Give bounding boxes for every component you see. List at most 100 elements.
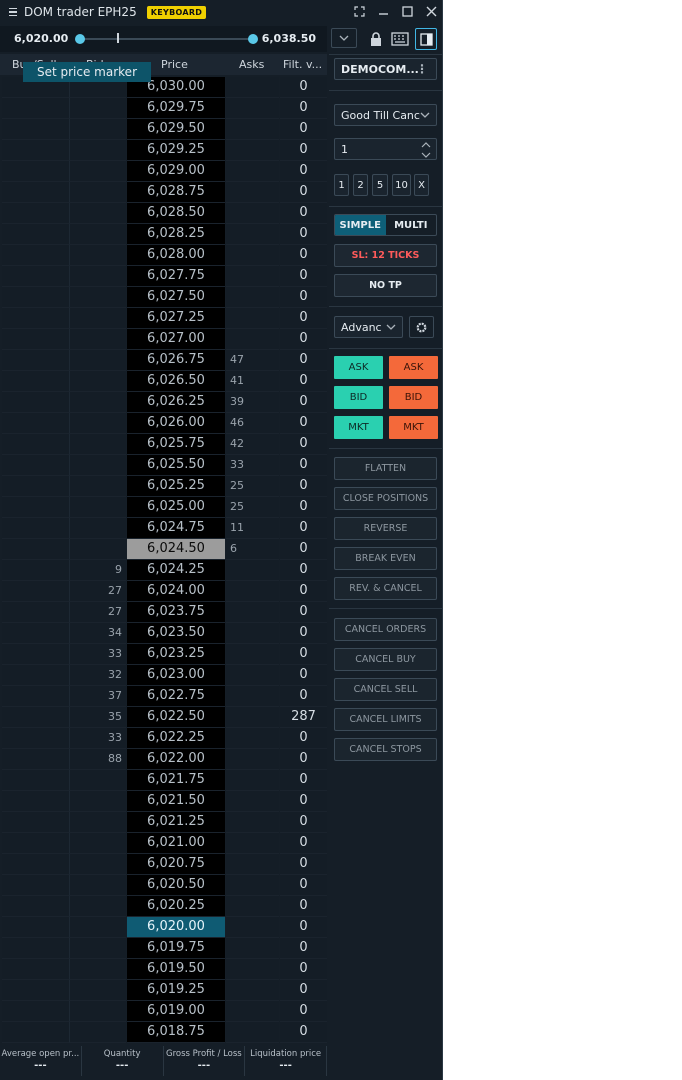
stop-loss-button[interactable]: SL: 12 TICKS [334, 244, 437, 267]
buy-sell-cell[interactable] [2, 896, 70, 917]
bid-size-cell[interactable]: 9 [70, 560, 126, 581]
reverse-button[interactable]: REVERSE [334, 517, 437, 540]
buy-sell-cell[interactable] [2, 161, 70, 182]
buy-sell-cell[interactable] [2, 938, 70, 959]
mode-simple-tab[interactable]: SIMPLE [335, 215, 386, 235]
buy-sell-cell[interactable] [2, 623, 70, 644]
price-cell[interactable]: 6,019.25 [127, 980, 225, 1001]
buy-sell-cell[interactable] [2, 434, 70, 455]
sell-ask-button[interactable]: ASK [389, 356, 438, 379]
maximize-icon[interactable] [401, 4, 413, 18]
bid-size-cell[interactable] [70, 896, 126, 917]
price-cell[interactable]: 6,028.75 [127, 182, 225, 203]
bid-size-cell[interactable] [70, 833, 126, 854]
buy-sell-cell[interactable] [2, 833, 70, 854]
buy-sell-cell[interactable] [2, 749, 70, 770]
price-cell[interactable]: 6,023.50 [127, 623, 225, 644]
buy-sell-cell[interactable] [2, 413, 70, 434]
buy-sell-cell[interactable] [2, 602, 70, 623]
bid-size-cell[interactable] [70, 329, 126, 350]
bid-size-cell[interactable]: 32 [70, 665, 126, 686]
price-cell[interactable]: 6,025.25 [127, 476, 225, 497]
bid-size-cell[interactable]: 88 [70, 749, 126, 770]
ask-size-cell[interactable] [226, 77, 279, 98]
buy-sell-cell[interactable] [2, 791, 70, 812]
cancel-buy-button[interactable]: CANCEL BUY [334, 648, 437, 671]
bid-size-cell[interactable] [70, 245, 126, 266]
bid-size-cell[interactable]: 35 [70, 707, 126, 728]
bid-size-cell[interactable] [70, 161, 126, 182]
fullscreen-icon[interactable] [353, 4, 365, 18]
qty-preset-5[interactable]: 5 [372, 174, 388, 196]
buy-sell-cell[interactable] [2, 1001, 70, 1022]
buy-sell-cell[interactable] [2, 1022, 70, 1043]
ask-size-cell[interactable]: 33 [226, 455, 279, 476]
account-selector[interactable]: DEMOCOM... ⋮ [334, 58, 437, 80]
ask-size-cell[interactable] [226, 665, 279, 686]
reverse-and-cancel-button[interactable]: REV. & CANCEL [334, 577, 437, 600]
price-cell[interactable]: 6,026.75 [127, 350, 225, 371]
ask-size-cell[interactable] [226, 644, 279, 665]
bid-size-cell[interactable] [70, 476, 126, 497]
bid-size-cell[interactable] [70, 224, 126, 245]
settings-button[interactable] [409, 316, 434, 338]
cancel-limits-button[interactable]: CANCEL LIMITS [334, 708, 437, 731]
ask-size-cell[interactable] [226, 1022, 279, 1043]
sell-bid-button[interactable]: BID [389, 386, 438, 409]
quantity-stepper[interactable]: 1 [334, 138, 437, 160]
price-cell[interactable]: 6,022.25 [127, 728, 225, 749]
order-type-dropdown[interactable]: Advanc [334, 316, 403, 338]
price-cell[interactable]: 6,027.00 [127, 329, 225, 350]
keyboard-icon[interactable] [389, 28, 411, 50]
bid-size-cell[interactable] [70, 308, 126, 329]
ask-size-cell[interactable] [226, 728, 279, 749]
buy-sell-cell[interactable] [2, 329, 70, 350]
menu-icon[interactable] [9, 7, 17, 17]
price-cell[interactable]: 6,025.00 [127, 497, 225, 518]
price-cell[interactable]: 6,020.50 [127, 875, 225, 896]
price-cell[interactable]: 6,027.75 [127, 266, 225, 287]
buy-sell-cell[interactable] [2, 98, 70, 119]
buy-sell-cell[interactable] [2, 245, 70, 266]
header-price[interactable]: Price [161, 58, 188, 71]
price-cell[interactable]: 6,025.50 [127, 455, 225, 476]
time-in-force-dropdown[interactable]: Good Till Canc [334, 104, 437, 126]
price-cell[interactable]: 6,021.00 [127, 833, 225, 854]
price-cell[interactable]: 6,024.25 [127, 560, 225, 581]
ask-size-cell[interactable] [226, 287, 279, 308]
ask-size-cell[interactable] [226, 623, 279, 644]
buy-sell-cell[interactable] [2, 266, 70, 287]
buy-sell-cell[interactable] [2, 875, 70, 896]
ask-size-cell[interactable] [226, 686, 279, 707]
buy-sell-cell[interactable] [2, 119, 70, 140]
price-cell[interactable]: 6,018.75 [127, 1022, 225, 1043]
ask-size-cell[interactable]: 46 [226, 413, 279, 434]
bid-size-cell[interactable] [70, 455, 126, 476]
price-cell[interactable]: 6,023.00 [127, 665, 225, 686]
bid-size-cell[interactable]: 27 [70, 581, 126, 602]
buy-sell-cell[interactable] [2, 455, 70, 476]
bid-size-cell[interactable] [70, 518, 126, 539]
break-even-button[interactable]: BREAK EVEN [334, 547, 437, 570]
buy-sell-cell[interactable] [2, 371, 70, 392]
price-cell[interactable]: 6,028.00 [127, 245, 225, 266]
ask-size-cell[interactable] [226, 749, 279, 770]
buy-sell-cell[interactable] [2, 539, 70, 560]
price-cell[interactable]: 6,019.75 [127, 938, 225, 959]
cancel-sell-button[interactable]: CANCEL SELL [334, 678, 437, 701]
ask-size-cell[interactable] [226, 560, 279, 581]
bid-size-cell[interactable]: 37 [70, 686, 126, 707]
range-low-handle[interactable] [75, 34, 85, 44]
range-high-handle[interactable] [248, 34, 258, 44]
price-cell[interactable]: 6,024.75 [127, 518, 225, 539]
ask-size-cell[interactable] [226, 791, 279, 812]
range-track[interactable] [80, 38, 252, 40]
price-cell[interactable]: 6,021.50 [127, 791, 225, 812]
ask-size-cell[interactable] [226, 854, 279, 875]
buy-sell-cell[interactable] [2, 728, 70, 749]
price-range-slider[interactable]: 6,020.00 6,038.50 [0, 26, 327, 52]
price-cell[interactable]: 6,026.25 [127, 392, 225, 413]
header-filtered-volume[interactable]: Filt. v... [283, 58, 322, 71]
bid-size-cell[interactable] [70, 980, 126, 1001]
ask-size-cell[interactable] [226, 938, 279, 959]
